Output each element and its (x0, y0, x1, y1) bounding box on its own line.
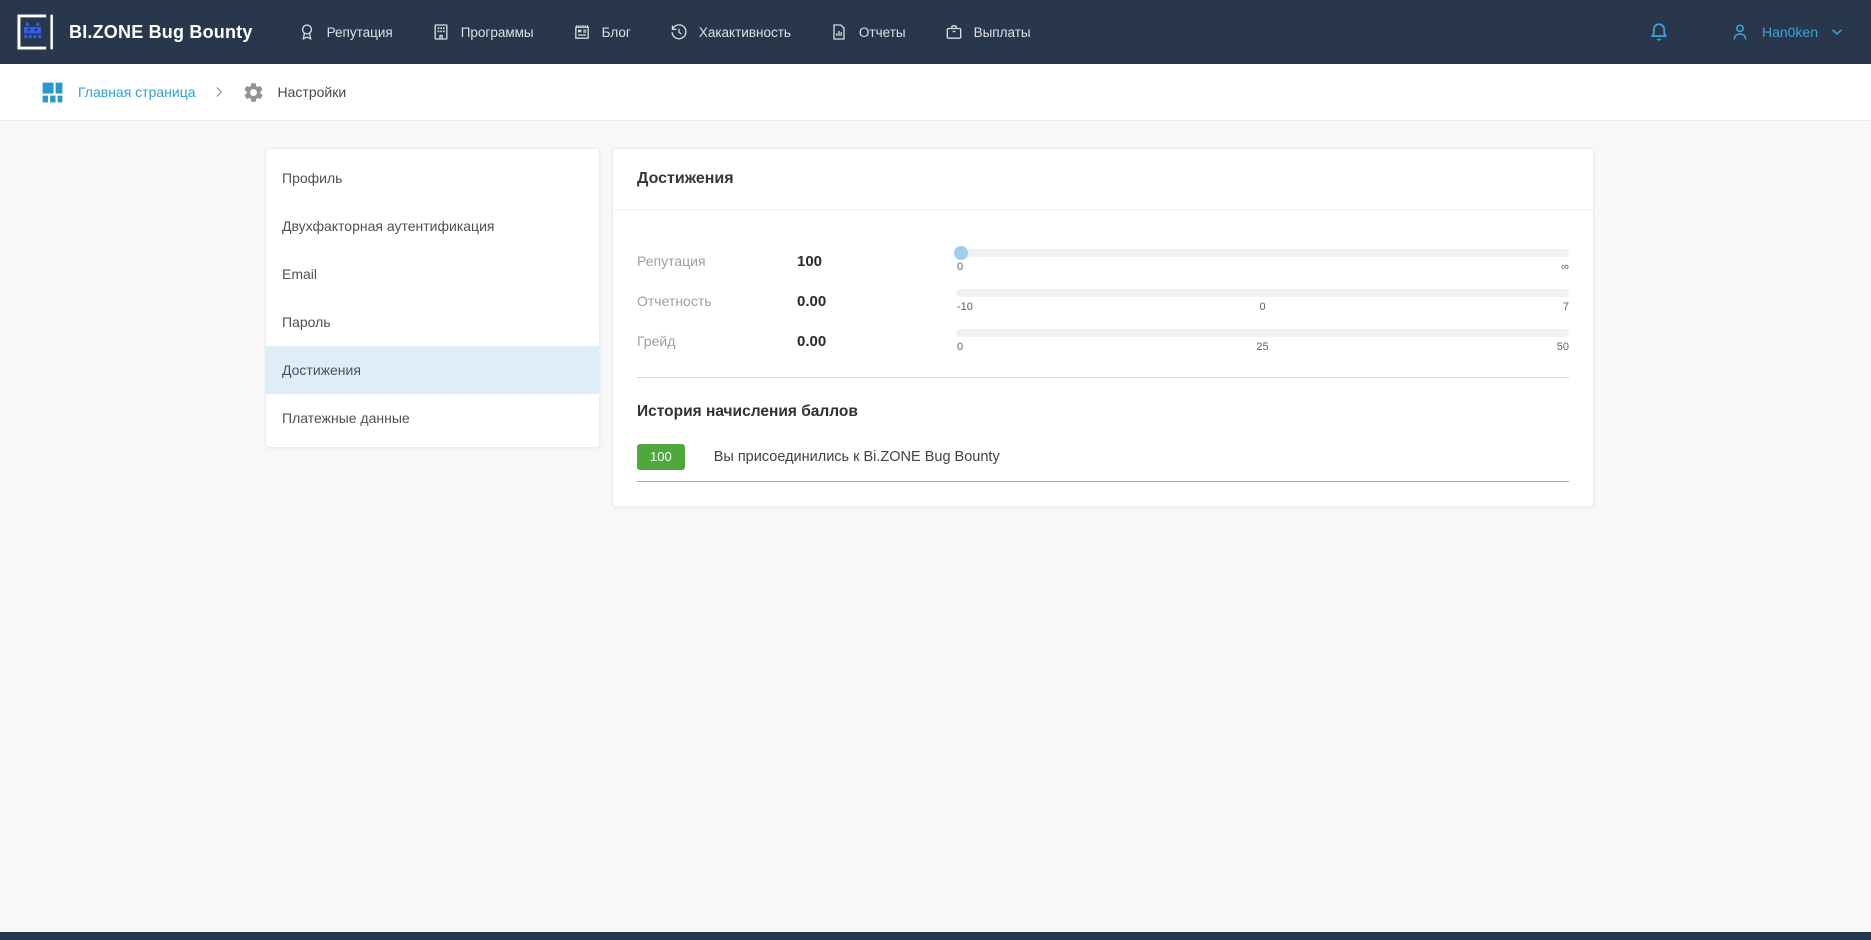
metric-label: Отчетность (637, 281, 797, 321)
metric-slider: 0 ∞ (956, 241, 1569, 281)
sidebar-item-2fa[interactable]: Двухфакторная аутентификация (266, 202, 599, 250)
slider-ticks: 0 ∞ (956, 261, 1569, 275)
metric-value: 0.00 (797, 281, 956, 321)
history-icon (669, 22, 689, 42)
nav-item-label: Отчеты (859, 25, 906, 40)
nav-item-label: Блог (602, 25, 631, 40)
nav-item-hacktivity[interactable]: Хакактивность (669, 22, 791, 42)
metric-value: 100 (797, 241, 956, 281)
briefcase-icon (944, 22, 964, 42)
user-icon (1729, 21, 1751, 43)
sidebar-item-label: Email (282, 266, 317, 282)
nav-item-programs[interactable]: Программы (431, 22, 534, 42)
nav-item-label: Репутация (327, 25, 393, 40)
tick-mid: 25 (1256, 341, 1268, 353)
nav-item-payouts[interactable]: Выплаты (944, 22, 1031, 42)
newspaper-icon (572, 22, 592, 42)
nav-item-label: Хакактивность (699, 25, 791, 40)
tick-min: 0 (957, 341, 963, 353)
footer-strip (0, 932, 1871, 940)
breadcrumb-home-label: Главная страница (78, 84, 196, 100)
breadcrumb: Главная страница Настройки (0, 64, 1871, 121)
username: Han0ken (1762, 24, 1818, 40)
slider-track[interactable] (956, 289, 1569, 297)
sidebar-item-label: Профиль (282, 170, 342, 186)
metric-slider: -10 0 7 (956, 281, 1569, 321)
notifications-bell-icon[interactable] (1647, 20, 1671, 44)
chevron-right-icon (212, 85, 226, 99)
top-navbar: BI.ZONE Bug Bounty Репутация (0, 0, 1871, 64)
navbar-right: Han0ken (1647, 20, 1845, 44)
tick-min: 0 (957, 261, 963, 273)
breadcrumb-current-label: Настройки (278, 84, 347, 100)
settings-page: Профиль Двухфакторная аутентификация Ema… (0, 121, 1871, 507)
sidebar-item-password[interactable]: Пароль (266, 298, 599, 346)
slider-ticks: -10 0 7 (956, 301, 1569, 315)
metric-row-grade: Грейд 0.00 0 25 50 (637, 321, 1569, 361)
sidebar-item-profile[interactable]: Профиль (266, 154, 599, 202)
achievements-card: Достижения Репутация 100 0 ∞ (612, 148, 1594, 507)
metric-row-reporting: Отчетность 0.00 -10 0 7 (637, 281, 1569, 321)
nav-item-blog[interactable]: Блог (572, 22, 631, 42)
slider-track[interactable] (956, 329, 1569, 337)
history-row: 100 Вы присоединились к Bi.ZONE Bug Boun… (637, 444, 1569, 482)
gear-icon (242, 81, 265, 104)
section-divider (637, 377, 1569, 378)
tick-mid: 0 (1259, 301, 1265, 313)
breadcrumb-home-link[interactable]: Главная страница (40, 80, 196, 105)
slider-track[interactable] (956, 249, 1569, 257)
history-title: История начисления баллов (637, 403, 1569, 421)
brand[interactable]: BI.ZONE Bug Bounty (14, 12, 253, 52)
nav-item-reputation[interactable]: Репутация (297, 22, 393, 42)
chevron-down-icon (1829, 24, 1845, 40)
main-nav: Репутация Программы (297, 22, 1031, 42)
tick-max: 7 (1563, 301, 1569, 313)
brand-title: BI.ZONE Bug Bounty (69, 22, 253, 43)
medal-icon (297, 22, 317, 42)
tick-max: ∞ (1561, 261, 1569, 273)
nav-item-label: Выплаты (974, 25, 1031, 40)
sidebar-item-achievements[interactable]: Достижения (266, 346, 599, 394)
sidebar-item-payment-data[interactable]: Платежные данные (266, 394, 599, 442)
user-menu[interactable]: Han0ken (1729, 21, 1845, 43)
points-badge: 100 (637, 444, 685, 470)
sidebar-item-label: Платежные данные (282, 410, 410, 426)
tick-min: -10 (957, 301, 973, 313)
card-body: Репутация 100 0 ∞ Отчетность 0.00 (613, 210, 1593, 506)
sidebar-item-label: Достижения (282, 362, 361, 378)
nav-item-label: Программы (461, 25, 534, 40)
breadcrumb-current: Настройки (242, 81, 347, 104)
tick-max: 50 (1557, 341, 1569, 353)
metric-label: Грейд (637, 321, 797, 361)
settings-sidebar: Профиль Двухфакторная аутентификация Ema… (265, 148, 600, 448)
sidebar-item-email[interactable]: Email (266, 250, 599, 298)
nav-item-reports[interactable]: Отчеты (829, 22, 906, 42)
slider-thumb[interactable] (954, 246, 968, 260)
card-title: Достижения (613, 149, 1593, 210)
metric-row-reputation: Репутация 100 0 ∞ (637, 241, 1569, 281)
metric-value: 0.00 (797, 321, 956, 361)
history-text: Вы присоединились к Bi.ZONE Bug Bounty (714, 449, 1000, 465)
sidebar-item-label: Пароль (282, 314, 331, 330)
dashboard-grid-icon (40, 80, 65, 105)
brand-logo-icon (14, 12, 56, 52)
slider-ticks: 0 25 50 (956, 341, 1569, 355)
metric-label: Репутация (637, 241, 797, 281)
report-icon (829, 22, 849, 42)
building-icon (431, 22, 451, 42)
sidebar-item-label: Двухфакторная аутентификация (282, 218, 494, 234)
metric-slider: 0 25 50 (956, 321, 1569, 361)
